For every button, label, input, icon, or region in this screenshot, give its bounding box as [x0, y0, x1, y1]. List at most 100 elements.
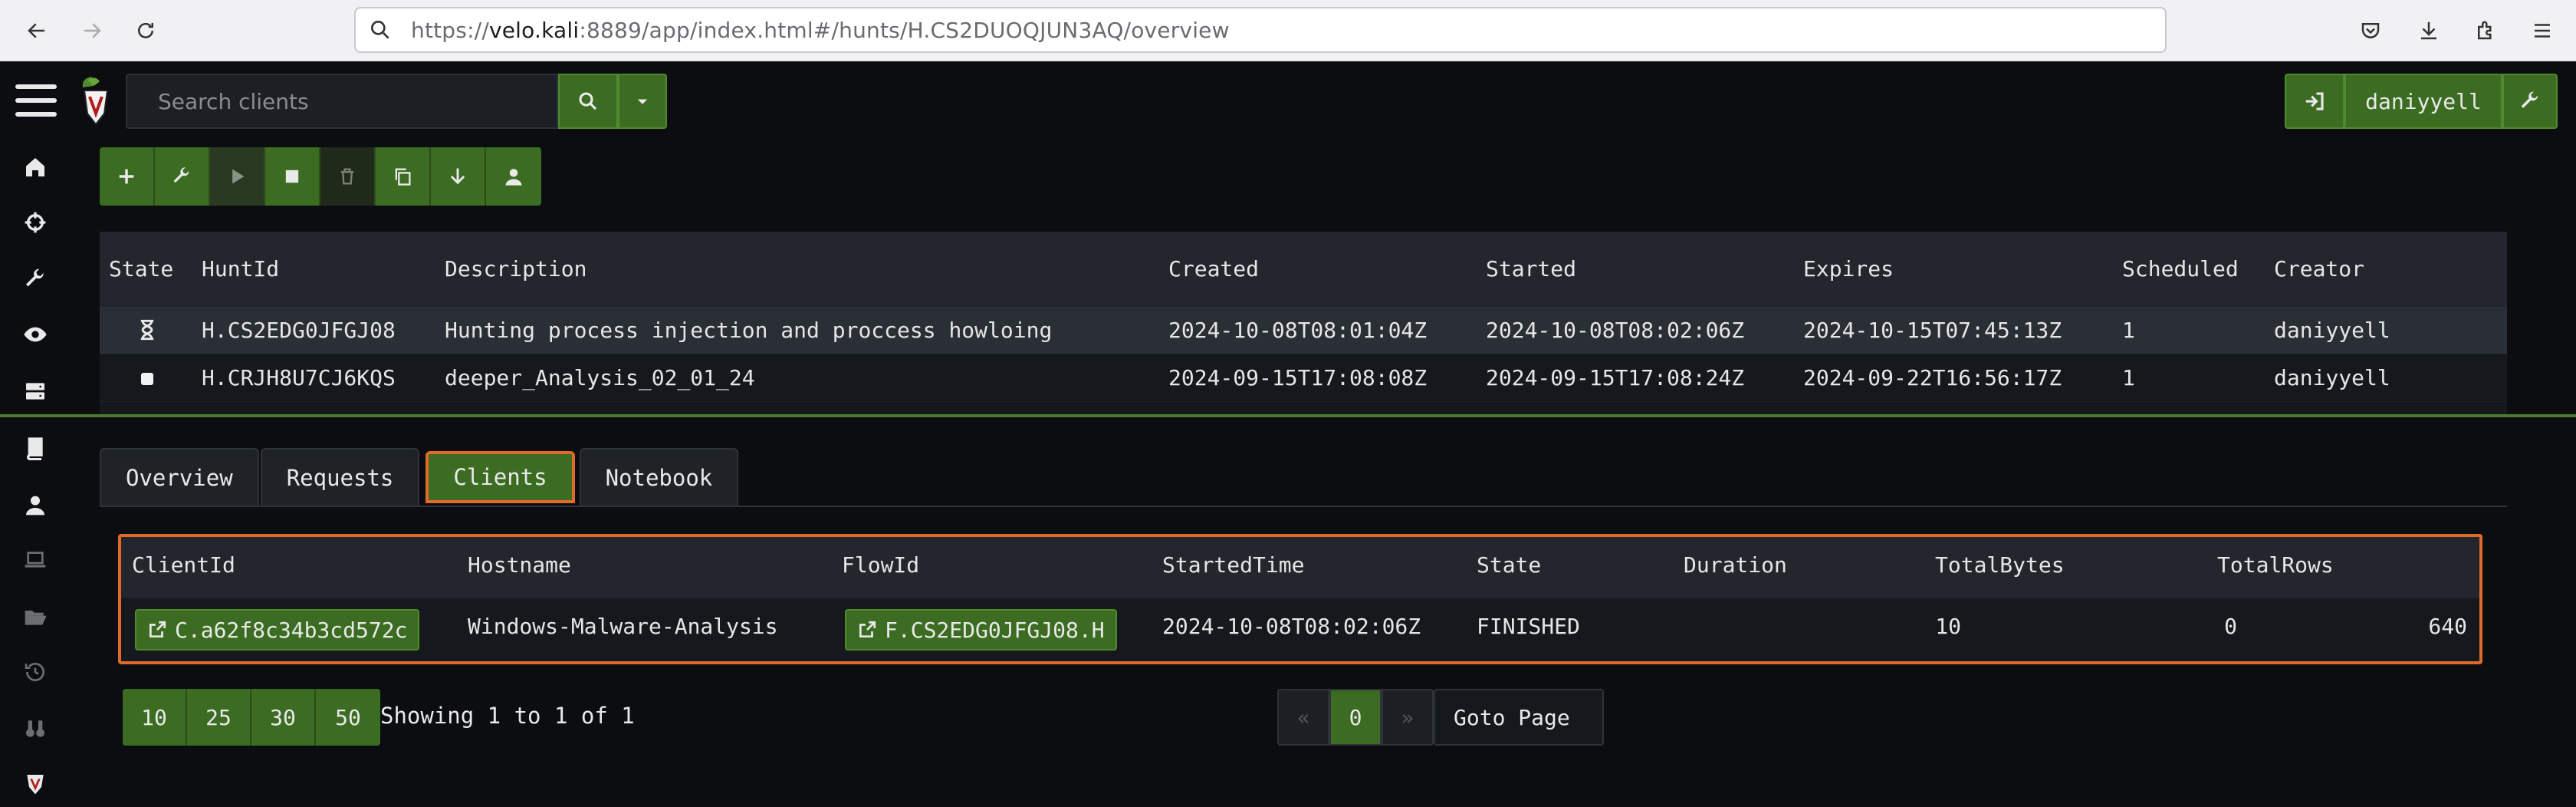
column-header-totalrows[interactable]: TotalRows: [2217, 552, 2334, 578]
pocket-icon: [2361, 23, 2380, 38]
hunt-started: 2024-10-08T08:02:06Z: [1486, 318, 1745, 343]
wrench-icon: [2521, 91, 2538, 108]
page-size-selector: 10 25 30 50: [123, 689, 380, 746]
reload-button[interactable]: [130, 15, 161, 46]
sidebar-toggle[interactable]: [15, 84, 57, 123]
client-total-rows: 640: [2428, 614, 2467, 639]
user-name-button[interactable]: daniyyell: [2344, 74, 2502, 129]
hunt-expires: 2024-09-22T16:56:17Z: [1803, 365, 2062, 390]
menu-button[interactable]: [2527, 15, 2558, 46]
hunt-description: deeper_Analysis_02_01_24: [445, 365, 755, 390]
home-icon: [26, 158, 44, 176]
prev-page-button[interactable]: «: [1277, 689, 1329, 746]
sidebar-item-notebooks[interactable]: [20, 433, 51, 463]
search-options-dropdown[interactable]: [618, 74, 667, 129]
hunt-scheduled: 1: [2122, 365, 2135, 390]
client-id: C.a62f8c34b3cd572c: [175, 617, 408, 643]
column-header-state[interactable]: State: [109, 256, 173, 282]
flow-id: F.CS2EDG0JFGJ08.H: [885, 617, 1105, 643]
caret-down-icon: [637, 99, 648, 104]
sidebar-item-files[interactable]: [20, 601, 51, 632]
client-started-time: 2024-10-08T08:02:06Z: [1162, 614, 1421, 639]
velociraptor-shield-icon: [27, 775, 44, 795]
column-header-startedtime[interactable]: StartedTime: [1162, 552, 1304, 578]
sidebar-item-artifacts[interactable]: [20, 264, 51, 295]
column-header-huntid[interactable]: HuntId: [202, 256, 279, 282]
tab-clients[interactable]: Clients: [426, 451, 575, 503]
hunt-row[interactable]: H.CRJH8U7CJ6KQS deeper_Analysis_02_01_24…: [100, 354, 2507, 402]
copy-hunt-button[interactable]: [376, 147, 431, 206]
current-page-button[interactable]: 0: [1329, 689, 1382, 746]
user-icon: [26, 496, 44, 515]
tab-overview[interactable]: Overview: [100, 448, 259, 506]
column-header-flowid[interactable]: FlowId: [842, 552, 919, 578]
page-size-25[interactable]: 25: [187, 689, 251, 746]
pocket-button[interactable]: [2355, 15, 2386, 46]
tab-notebook[interactable]: Notebook: [579, 448, 739, 506]
column-header-hostname[interactable]: Hostname: [468, 552, 571, 578]
tab-requests[interactable]: Requests: [260, 448, 420, 506]
client-duration: 10: [1935, 614, 1961, 639]
arrow-down-icon: [450, 168, 465, 185]
sidebar-item-history[interactable]: [20, 657, 51, 687]
column-header-started[interactable]: Started: [1486, 256, 1576, 282]
back-button[interactable]: [21, 15, 52, 46]
forward-button[interactable]: [77, 15, 107, 46]
column-header-totalbytes[interactable]: TotalBytes: [1935, 552, 2065, 578]
edit-hunt-button[interactable]: [155, 147, 210, 206]
binoculars-icon: [26, 720, 44, 737]
hunt-row[interactable]: H.CS2EDG0JFGJ08 Hunting process injectio…: [100, 307, 2507, 354]
column-header-description[interactable]: Description: [445, 256, 586, 282]
sidebar-velociraptor-logo[interactable]: [20, 769, 51, 799]
velociraptor-logo: [82, 77, 109, 126]
page-size-10[interactable]: 10: [123, 689, 187, 746]
column-header-state[interactable]: State: [1477, 552, 1541, 578]
hamburger-icon: [2535, 24, 2550, 38]
user-settings-button[interactable]: [2502, 74, 2558, 129]
flow-id-link[interactable]: F.CS2EDG0JFGJ08.H: [845, 609, 1117, 651]
page-size-50[interactable]: 50: [316, 689, 380, 746]
sidebar-item-server[interactable]: [20, 376, 51, 407]
hunt-creator: daniyyell: [2274, 365, 2390, 390]
column-header-duration[interactable]: Duration: [1684, 552, 1787, 578]
folder-open-icon: [25, 611, 47, 625]
address-bar[interactable]: https://velo.kali:8889/app/index.html#/h…: [354, 7, 2167, 53]
goto-page-input[interactable]: Goto Page: [1434, 689, 1604, 746]
next-page-button[interactable]: »: [1382, 689, 1434, 746]
new-hunt-button[interactable]: [100, 147, 155, 206]
page-size-30[interactable]: 30: [251, 689, 316, 746]
pane-splitter[interactable]: [0, 414, 2576, 417]
search-clients-input[interactable]: Search clients: [126, 74, 558, 129]
hunt-scheduled: 1: [2122, 318, 2135, 343]
column-header-scheduled[interactable]: Scheduled: [2122, 256, 2239, 282]
sidebar-item-events[interactable]: [20, 319, 51, 350]
showing-count: Showing 1 to 1 of 1: [380, 703, 635, 729]
sidebar-item-users[interactable]: [20, 489, 51, 520]
sidebar-item-client[interactable]: [20, 545, 51, 575]
sidebar-item-vfs[interactable]: [20, 713, 51, 744]
stop-icon: [138, 368, 156, 394]
logout-button[interactable]: [2285, 74, 2344, 129]
hunt-user-button[interactable]: [486, 147, 541, 206]
sidebar-item-hunts[interactable]: [20, 207, 51, 238]
server-icon: [26, 383, 44, 400]
hunt-description: Hunting process injection and proccess h…: [445, 318, 1053, 343]
download-hunt-button[interactable]: [431, 147, 486, 206]
column-header-clientid[interactable]: ClientId: [132, 552, 235, 578]
downloads-button[interactable]: [2413, 15, 2444, 46]
arrow-right-icon: [84, 23, 101, 38]
history-icon: [25, 663, 44, 681]
hunts-table-header: State HuntId Description Created Started…: [100, 232, 2507, 307]
column-header-creator[interactable]: Creator: [2274, 256, 2364, 282]
delete-hunt-button[interactable]: [320, 147, 376, 206]
sidebar-item-home[interactable]: [20, 152, 51, 183]
client-id-link[interactable]: C.a62f8c34b3cd572c: [135, 609, 420, 651]
hourglass-icon: [136, 319, 158, 346]
client-row: C.a62f8c34b3cd572c Windows-Malware-Analy…: [121, 598, 2479, 661]
run-hunt-button[interactable]: [210, 147, 265, 206]
extensions-button[interactable]: [2470, 15, 2501, 46]
stop-hunt-button[interactable]: [265, 147, 320, 206]
search-button[interactable]: [558, 74, 618, 129]
column-header-expires[interactable]: Expires: [1803, 256, 1894, 282]
column-header-created[interactable]: Created: [1168, 256, 1259, 282]
